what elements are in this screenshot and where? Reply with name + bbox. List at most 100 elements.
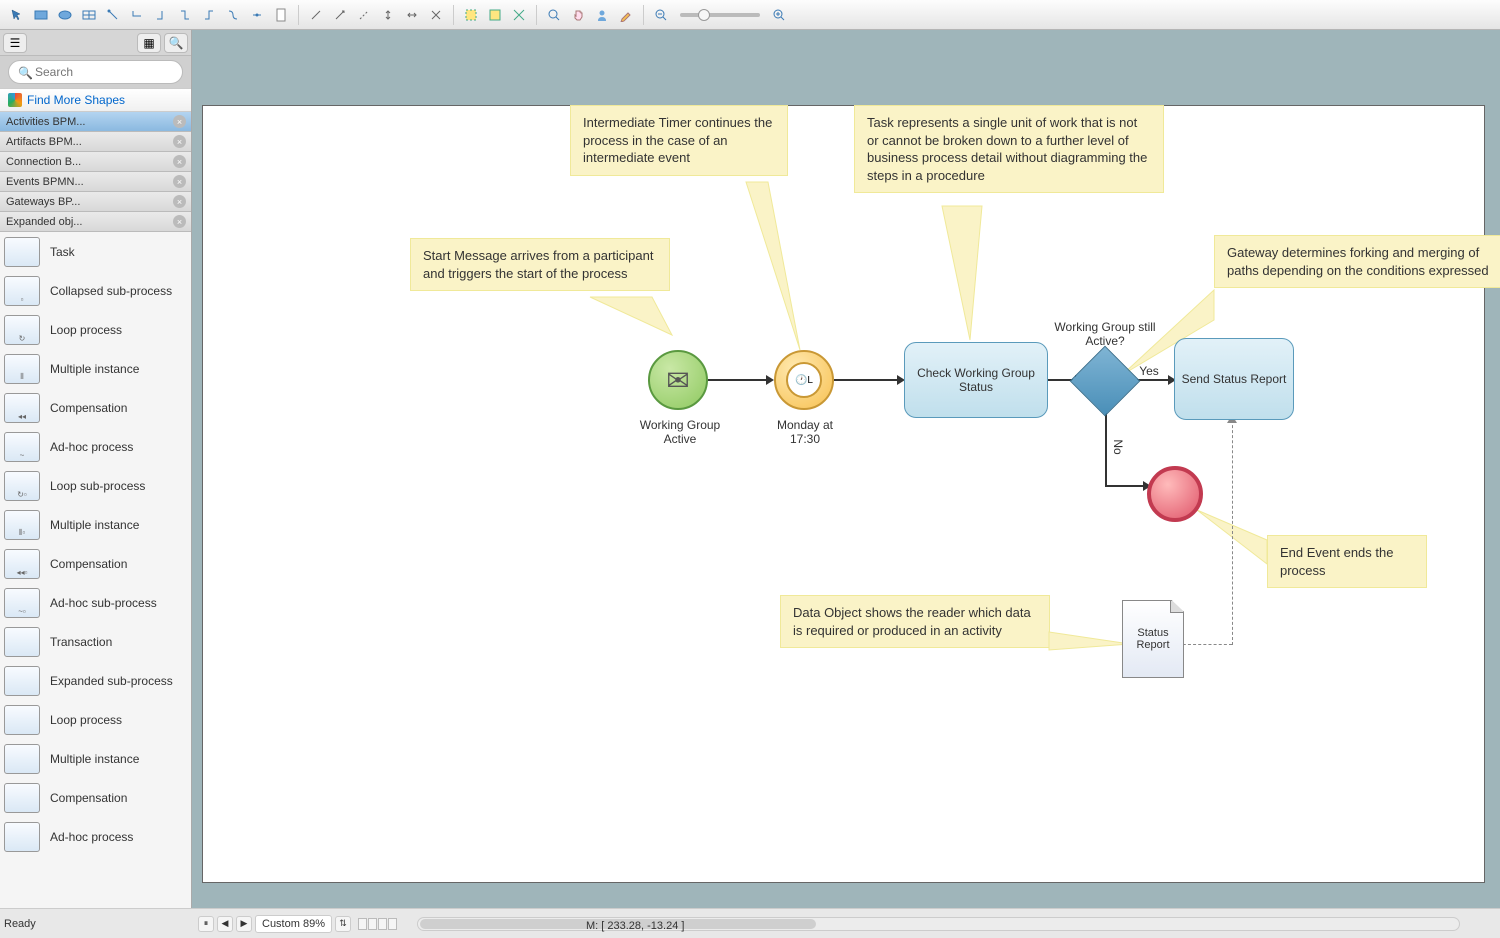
zoom-label[interactable]: Custom 89% (255, 915, 332, 933)
category-row[interactable]: Expanded obj...× (0, 212, 191, 232)
shape-item[interactable]: Task (0, 232, 191, 271)
category-row[interactable]: Gateways BP...× (0, 192, 191, 212)
category-row[interactable]: Connection B... × (0, 152, 191, 172)
tool-pointer[interactable] (6, 4, 28, 26)
shape-item[interactable]: ◂◂Compensation (0, 388, 191, 427)
tool-line2[interactable] (329, 4, 351, 26)
shape-item[interactable]: Loop process (0, 700, 191, 739)
callout-end: End Event ends the process (1267, 535, 1427, 588)
category-label: Events BPMN... (6, 176, 84, 188)
find-more-shapes[interactable]: Find More Shapes (0, 88, 191, 112)
tool-line1[interactable] (305, 4, 327, 26)
canvas[interactable]: Start Message arrives from a participant… (192, 30, 1500, 908)
callout-timer: Intermediate Timer continues the process… (570, 105, 788, 176)
category-label: Activities BPM... (6, 116, 85, 128)
shape-label: Multiple instance (50, 752, 139, 766)
shape-thumb-icon (4, 744, 40, 774)
tool-hl1[interactable] (460, 4, 482, 26)
shape-item[interactable]: ⦀Multiple instance (0, 349, 191, 388)
shape-thumb-icon: ⦀▫ (4, 510, 40, 540)
task-check-status[interactable]: Check Working Group Status (904, 342, 1048, 418)
category-row[interactable]: Activities BPM... × (0, 112, 191, 132)
shape-item[interactable]: Expanded sub-process (0, 661, 191, 700)
timer-event[interactable]: 🕐L (774, 350, 834, 410)
shape-item[interactable]: ◂◂▫Compensation (0, 544, 191, 583)
shape-item[interactable]: Transaction (0, 622, 191, 661)
tool-conn7[interactable] (246, 4, 268, 26)
shape-label: Task (50, 245, 75, 259)
shape-item[interactable]: Ad-hoc process (0, 817, 191, 856)
shapes-sidebar: ☰ ▦ 🔍 🔍 Find More Shapes Activities BPM.… (0, 30, 192, 908)
page-pause-icon[interactable]: ⏸ (198, 916, 214, 932)
category-close-icon[interactable]: × (173, 175, 186, 188)
main-toolbar (0, 0, 1500, 30)
mouse-coords: M: [ 233.28, -13.24 ] (586, 920, 684, 932)
shape-item[interactable]: ~▫Ad-hoc sub-process (0, 583, 191, 622)
shape-label: Compensation (50, 791, 127, 805)
category-row[interactable]: Artifacts BPM...× (0, 132, 191, 152)
tool-conn3[interactable] (150, 4, 172, 26)
horizontal-scrollbar[interactable] (417, 917, 1460, 931)
sidebar-search-icon[interactable]: 🔍 (164, 33, 188, 53)
tool-user[interactable] (591, 4, 613, 26)
category-label: Connection B... (6, 156, 81, 168)
tool-linebidir[interactable] (401, 4, 423, 26)
tool-pencil[interactable] (615, 4, 637, 26)
flow-no-h (1105, 485, 1145, 487)
sidebar-grid-icon[interactable]: ▦ (137, 33, 161, 53)
data-object[interactable]: Status Report (1122, 600, 1184, 678)
category-close-icon[interactable]: × (173, 215, 186, 228)
search-input[interactable] (8, 60, 183, 84)
page-prev[interactable]: ◀ (217, 916, 233, 932)
shape-list[interactable]: Task▫Collapsed sub-process↻Loop process⦀… (0, 232, 191, 908)
timer-label: Monday at 17:30 (770, 418, 840, 446)
tool-hl2[interactable] (484, 4, 506, 26)
shape-label: Ad-hoc process (50, 830, 133, 844)
shape-item[interactable]: ↻▫Loop sub-process (0, 466, 191, 505)
tool-zoomin[interactable] (768, 4, 790, 26)
tool-zoomfit[interactable] (543, 4, 565, 26)
page-next[interactable]: ▶ (236, 916, 252, 932)
tool-linemulti[interactable] (425, 4, 447, 26)
canvas-page (202, 105, 1485, 883)
zoom-slider[interactable] (680, 13, 760, 17)
end-event[interactable] (1147, 466, 1203, 522)
tool-conn5[interactable] (198, 4, 220, 26)
tool-zoomout[interactable] (650, 4, 672, 26)
shape-thumb-icon (4, 705, 40, 735)
tool-conn2[interactable] (126, 4, 148, 26)
sidebar-tree-icon[interactable]: ☰ (3, 33, 27, 53)
tool-hl3[interactable] (508, 4, 530, 26)
view-mode-icons[interactable] (358, 918, 397, 930)
tool-conn6[interactable] (222, 4, 244, 26)
shape-item[interactable]: Multiple instance (0, 739, 191, 778)
tool-pan[interactable] (567, 4, 589, 26)
shape-item[interactable]: ~Ad-hoc process (0, 427, 191, 466)
tool-line3[interactable] (353, 4, 375, 26)
start-event[interactable]: ✉ (648, 350, 708, 410)
tool-grid[interactable] (78, 4, 100, 26)
shape-item[interactable]: Compensation (0, 778, 191, 817)
tool-page[interactable] (270, 4, 292, 26)
tool-rect[interactable] (30, 4, 52, 26)
tool-conn4[interactable] (174, 4, 196, 26)
task-send-report[interactable]: Send Status Report (1174, 338, 1294, 420)
shape-item[interactable]: ▫Collapsed sub-process (0, 271, 191, 310)
tool-ellipse[interactable] (54, 4, 76, 26)
flow-no-v (1105, 405, 1107, 485)
status-ready: Ready (0, 918, 192, 930)
zoom-stepper[interactable]: ⇅ (335, 916, 351, 932)
shape-item[interactable]: ⦀▫Multiple instance (0, 505, 191, 544)
shape-item[interactable]: ↻Loop process (0, 310, 191, 349)
shapes-color-icon (8, 93, 22, 107)
gateway-label: Working Group still Active? (1050, 320, 1160, 348)
category-close-icon[interactable]: × (173, 115, 186, 128)
category-row[interactable]: Events BPMN... × (0, 172, 191, 192)
category-close-icon[interactable]: × (173, 155, 186, 168)
category-close-icon[interactable]: × (173, 135, 186, 148)
callout-start: Start Message arrives from a participant… (410, 238, 670, 291)
tool-line4[interactable] (377, 4, 399, 26)
tool-conn1[interactable] (102, 4, 124, 26)
category-close-icon[interactable]: × (173, 195, 186, 208)
doc-label: Status Report (1123, 627, 1183, 651)
